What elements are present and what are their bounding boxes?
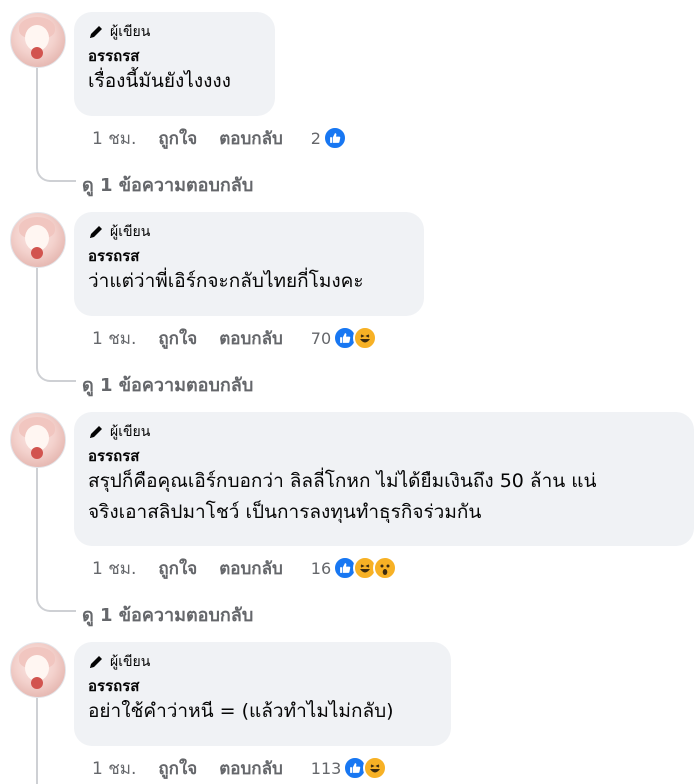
author-badge: ผู้เขียน — [88, 222, 410, 242]
thread-line — [36, 466, 38, 596]
comment-text-line: จริงเอาสลิปมาโชว์ เป็นการลงทุนทำธุรกิจร่… — [88, 501, 482, 523]
comment-text-line: สรุปก็คือคุณเอิร์กบอกว่า ลิลลี่โกหก ไม่ไ… — [88, 470, 597, 492]
author-badge-label: ผู้เขียน — [110, 424, 151, 440]
author-name[interactable]: อรรถรส — [88, 676, 437, 696]
reaction-count[interactable]: 2 — [311, 129, 321, 148]
reaction-count[interactable]: 70 — [311, 329, 331, 348]
pen-icon — [90, 226, 102, 238]
pen-icon — [90, 26, 102, 38]
view-replies-link[interactable]: ดู 1 ข้อความตอบกลับ — [82, 600, 253, 629]
thread-connector — [36, 590, 76, 612]
reactions[interactable] — [333, 556, 398, 580]
avatar[interactable] — [10, 12, 66, 68]
reactions[interactable] — [322, 126, 347, 150]
thread-connector — [36, 160, 76, 182]
comment-text: เรื่องนี้มันยังไงงงง — [88, 70, 231, 92]
haha-reaction-icon — [363, 756, 388, 780]
avatar[interactable] — [10, 412, 66, 468]
view-replies-link[interactable]: ดู 1 ข้อความตอบกลับ — [82, 370, 253, 399]
comment-actions: 1 ชม. ถูกใจ ตอบกลับ 113 — [92, 755, 388, 782]
reply-button[interactable]: ตอบกลับ — [219, 325, 283, 352]
like-reaction-icon — [322, 126, 347, 150]
avatar[interactable] — [10, 212, 66, 268]
comment-bubble: ผู้เขียน อรรถรส สรุปก็คือคุณเอิร์กบอกว่า… — [74, 412, 694, 546]
reaction-count[interactable]: 113 — [311, 759, 342, 778]
thread-line — [36, 696, 38, 784]
pen-icon — [90, 656, 102, 668]
author-badge: ผู้เขียน — [88, 652, 437, 672]
comment-bubble: ผู้เขียน อรรถรส อย่าใช้คำว่าหนี = (แล้วท… — [74, 642, 451, 746]
thread-line — [36, 266, 38, 366]
timestamp[interactable]: 1 ชม. — [92, 755, 136, 782]
like-button[interactable]: ถูกใจ — [158, 325, 197, 352]
thread-line — [36, 66, 38, 166]
author-badge-label: ผู้เขียน — [110, 24, 151, 40]
pen-icon — [90, 426, 102, 438]
reply-button[interactable]: ตอบกลับ — [219, 755, 283, 782]
view-replies-link[interactable]: ดู 1 ข้อความตอบกลับ — [82, 170, 253, 199]
haha-reaction-icon — [353, 326, 378, 350]
author-name[interactable]: อรรถรส — [88, 46, 261, 66]
reply-button[interactable]: ตอบกลับ — [219, 125, 283, 152]
author-badge-label: ผู้เขียน — [110, 654, 151, 670]
reply-button[interactable]: ตอบกลับ — [219, 555, 283, 582]
author-badge-label: ผู้เขียน — [110, 224, 151, 240]
author-name[interactable]: อรรถรส — [88, 246, 410, 266]
like-button[interactable]: ถูกใจ — [158, 555, 197, 582]
timestamp[interactable]: 1 ชม. — [92, 325, 136, 352]
timestamp[interactable]: 1 ชม. — [92, 125, 136, 152]
comment-bubble: ผู้เขียน อรรถรส เรื่องนี้มันยังไงงงง — [74, 12, 275, 116]
comment-actions: 1 ชม. ถูกใจ ตอบกลับ 70 — [92, 325, 378, 352]
avatar[interactable] — [10, 642, 66, 698]
author-badge: ผู้เขียน — [88, 22, 261, 42]
comment-actions: 1 ชม. ถูกใจ ตอบกลับ 16 — [92, 555, 398, 582]
comment-bubble: ผู้เขียน อรรถรส ว่าแต่ว่าพี่เอิร์กจะกลับ… — [74, 212, 424, 316]
reaction-count[interactable]: 16 — [311, 559, 331, 578]
like-button[interactable]: ถูกใจ — [158, 125, 197, 152]
author-badge: ผู้เขียน — [88, 422, 680, 442]
reactions[interactable] — [333, 326, 378, 350]
thread-connector — [36, 360, 76, 382]
comment-text: อย่าใช้คำว่าหนี = (แล้วทำไมไม่กลับ) — [88, 700, 394, 722]
wow-reaction-icon — [373, 556, 398, 580]
timestamp[interactable]: 1 ชม. — [92, 555, 136, 582]
like-button[interactable]: ถูกใจ — [158, 755, 197, 782]
reactions[interactable] — [343, 756, 388, 780]
comment-actions: 1 ชม. ถูกใจ ตอบกลับ 2 — [92, 126, 347, 150]
author-name[interactable]: อรรถรส — [88, 446, 680, 466]
comment-text: ว่าแต่ว่าพี่เอิร์กจะกลับไทยกี่โมงคะ — [88, 270, 364, 292]
